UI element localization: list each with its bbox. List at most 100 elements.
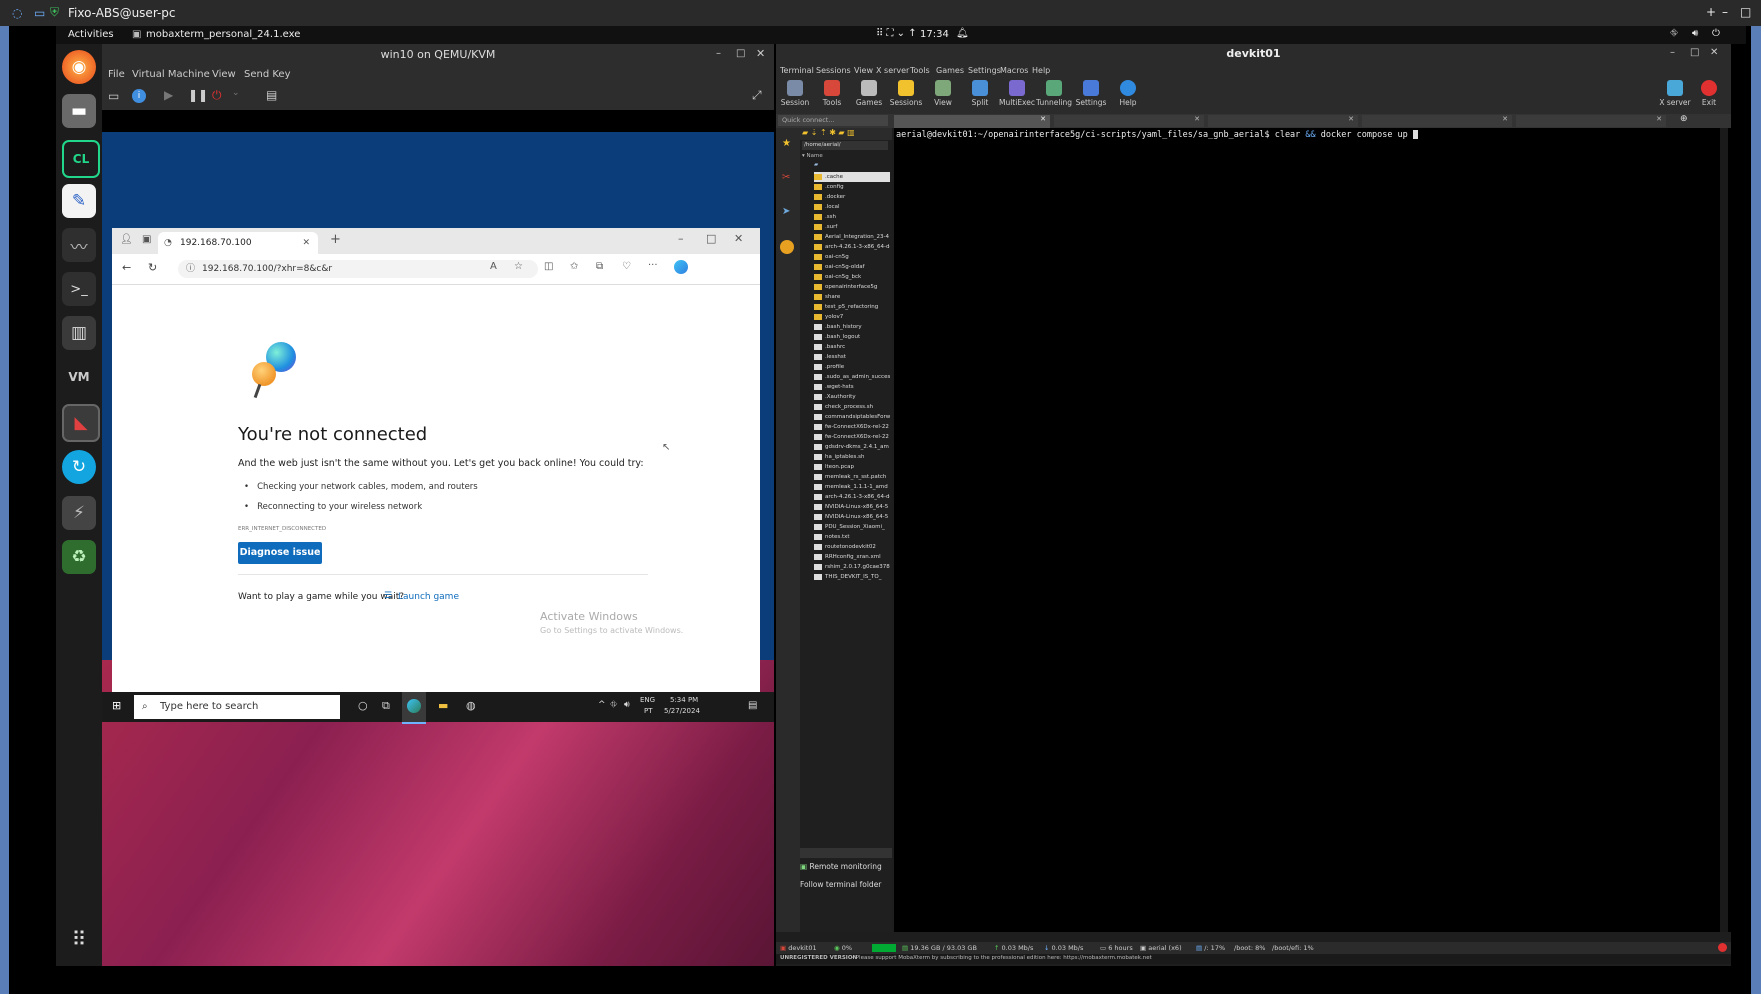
menu-view[interactable]: View <box>212 69 236 80</box>
refresh-icon[interactable]: ↻ <box>148 261 157 274</box>
menu-send-key[interactable]: Send Key <box>244 69 291 80</box>
back-icon[interactable]: ← <box>122 261 131 274</box>
terminal-tab[interactable]: ✕ <box>1208 115 1358 127</box>
windows-start-icon[interactable]: ⊞ <box>112 699 121 712</box>
sftp-file-item[interactable]: THIS_DEVKIT_IS_TO_ <box>814 572 890 582</box>
tab-close-icon[interactable]: ✕ <box>1040 115 1046 123</box>
taskbar-search-input[interactable]: ⌕ Type here to search <box>134 695 340 719</box>
diagnose-issue-button[interactable]: Diagnose issue <box>238 542 322 564</box>
sftp-file-item[interactable]: ha_iptables.sh <box>814 452 890 462</box>
toolbar-exit-button[interactable]: Exit <box>1690 80 1728 107</box>
edge-minimize-button[interactable]: – <box>678 232 684 245</box>
moba-menu-view[interactable]: View <box>854 66 873 75</box>
moba-menu-games[interactable]: Games <box>936 66 964 75</box>
sftp-file-item[interactable]: oai-cn5g <box>814 252 890 262</box>
remote-controls-icon[interactable]: ⠿ ⛶ ⌄ ↑ <box>876 28 917 39</box>
more-options-icon[interactable]: ··· <box>648 260 658 271</box>
terminal-tab-active[interactable]: ✕ <box>894 115 1050 128</box>
edge-taskbar-icon[interactable] <box>402 692 426 724</box>
tab-close-icon[interactable]: ✕ <box>1348 115 1354 123</box>
file-explorer-icon[interactable]: ▬ <box>438 699 448 712</box>
sftp-file-item[interactable]: arch-4.26.1-3-x86_64-de <box>814 492 890 502</box>
sftp-file-item[interactable]: rshim_2.0.17.g0cae378 <box>814 562 890 572</box>
toolbar-xserver-button[interactable]: X server <box>1656 80 1694 107</box>
sessions-star-icon[interactable]: ★ <box>782 138 791 149</box>
network-icon[interactable]: ⛗ <box>1670 28 1678 39</box>
moba-close-button[interactable]: ✕ <box>1710 47 1718 58</box>
sftp-file-item[interactable]: openairinterface5g <box>814 282 890 292</box>
trash-icon[interactable]: ♻ <box>62 540 96 574</box>
menu-virtual-machine[interactable]: Virtual Machine <box>132 69 210 80</box>
outer-minimize-button[interactable]: – <box>1722 5 1728 19</box>
terminal-scrollbar[interactable] <box>1720 128 1728 932</box>
info-icon[interactable]: i <box>132 89 146 103</box>
software-updater-icon[interactable]: ↻ <box>62 450 96 484</box>
edge-tab[interactable]: ◔ 192.168.70.100 ✕ <box>158 232 318 254</box>
sftp-file-item[interactable]: .lesshst <box>814 352 890 362</box>
sftp-file-item[interactable]: fw-ConnectX6Dx-rel-22 <box>814 422 890 432</box>
sftp-file-item[interactable]: oai-cn5g-oldaf <box>814 262 890 272</box>
sftp-file-item[interactable]: share <box>814 292 890 302</box>
chevron-down-icon[interactable]: ⌄ <box>232 88 240 98</box>
favorites-icon[interactable]: ✩ <box>570 261 578 272</box>
vim-icon[interactable]: VM <box>62 360 96 394</box>
new-tab-button[interactable]: + <box>330 232 341 247</box>
toolbar-view-button[interactable]: View <box>924 80 962 107</box>
sftp-toolbar-icons[interactable]: ▰ ⇣ ⇡ ✱ ▰ ▥ <box>802 128 855 137</box>
usb-icon[interactable]: ⚡ <box>62 496 96 530</box>
toolbar-sessions-button[interactable]: Sessions <box>887 80 925 107</box>
browser-essentials-icon[interactable]: ♡ <box>622 261 631 272</box>
action-center-icon[interactable]: ▤ <box>748 700 757 711</box>
sftp-file-item[interactable]: .docker <box>814 192 890 202</box>
clion-icon[interactable]: CL <box>62 140 100 178</box>
power-icon[interactable]: ⏻ <box>1712 28 1720 39</box>
toolbar-tools-button[interactable]: Tools <box>813 80 851 107</box>
sftp-file-item[interactable]: .wget-hsts <box>814 382 890 392</box>
text-editor-icon[interactable]: ✎ <box>62 184 96 218</box>
volume-icon[interactable]: 🔊︎ <box>1692 28 1698 39</box>
sftp-file-item[interactable]: commandsiptablesForw <box>814 412 890 422</box>
toolbar-help-button[interactable]: Help <box>1109 80 1147 107</box>
sftp-file-item[interactable]: NVIDIA-Linux-x86_64-5 <box>814 502 890 512</box>
pinned-app-icon[interactable]: ◍ <box>466 699 476 712</box>
tab-actions-icon[interactable]: ▣ <box>142 234 151 245</box>
site-info-icon[interactable]: ⓘ <box>186 260 195 278</box>
sftp-file-item[interactable]: .bash_history <box>814 322 890 332</box>
sftp-file-item[interactable]: memleak_1.1.1-1_amd <box>814 482 890 492</box>
tab-close-icon[interactable]: ✕ <box>1656 115 1662 123</box>
tray-network-icon[interactable]: ⛗ <box>610 700 617 710</box>
sftp-file-item[interactable]: test_p5_refactoring <box>814 302 890 312</box>
language-indicator[interactable]: ENG <box>640 696 655 704</box>
split-screen-icon[interactable]: ◫ <box>544 261 553 272</box>
tab-close-icon[interactable]: ✕ <box>302 232 310 254</box>
edge-maximize-button[interactable]: □ <box>706 232 716 245</box>
sftp-file-item[interactable]: NVIDIA-Linux-x86_64-5 <box>814 512 890 522</box>
pause-icon[interactable]: ❚❚ <box>188 88 208 102</box>
remote-monitoring-toggle[interactable]: ▣ Remote monitoring <box>800 860 892 874</box>
sftp-file-item[interactable]: PDU_Session_Xiaomi_ <box>814 522 890 532</box>
toolbar-tunneling-button[interactable]: Tunneling <box>1035 80 1073 107</box>
favorite-star-icon[interactable]: ☆ <box>514 261 523 272</box>
new-tab-plus-icon[interactable]: ⊕ <box>1680 114 1688 124</box>
unregistered-message[interactable]: - Please support MobaXterm by subscribin… <box>852 955 1152 961</box>
sftp-file-item[interactable]: .bash_logout <box>814 332 890 342</box>
profile-icon[interactable]: 👤︎ <box>120 234 133 245</box>
moba-menu-help[interactable]: Help <box>1032 66 1050 75</box>
toolbar-split-button[interactable]: Split <box>961 80 999 107</box>
tab-close-icon[interactable]: ✕ <box>1502 115 1508 123</box>
moba-menu-terminal[interactable]: Terminal <box>780 66 814 75</box>
notification-icon[interactable]: 🔔︎ <box>956 28 969 39</box>
virt-manager-icon[interactable]: ▥ <box>62 316 96 350</box>
moba-menu-tools[interactable]: Tools <box>910 66 930 75</box>
firefox-icon[interactable]: ◉ <box>62 50 96 84</box>
sftp-file-item[interactable]: .profile <box>814 362 890 372</box>
sftp-file-item[interactable]: memleak_rs_sst.patch <box>814 472 890 482</box>
moba-maximize-button[interactable]: □ <box>1690 47 1699 58</box>
launch-game-link[interactable]: Launch game <box>398 592 459 602</box>
terminal-tab[interactable]: ✕ <box>1054 115 1204 127</box>
tab-close-icon[interactable]: ✕ <box>1194 115 1200 123</box>
sftp-file-item[interactable]: .surf <box>814 222 890 232</box>
terminal-tab[interactable]: ✕ <box>1362 115 1512 127</box>
sftp-file-item[interactable]: .config <box>814 182 890 192</box>
toolbar-settings-button[interactable]: Settings <box>1072 80 1110 107</box>
